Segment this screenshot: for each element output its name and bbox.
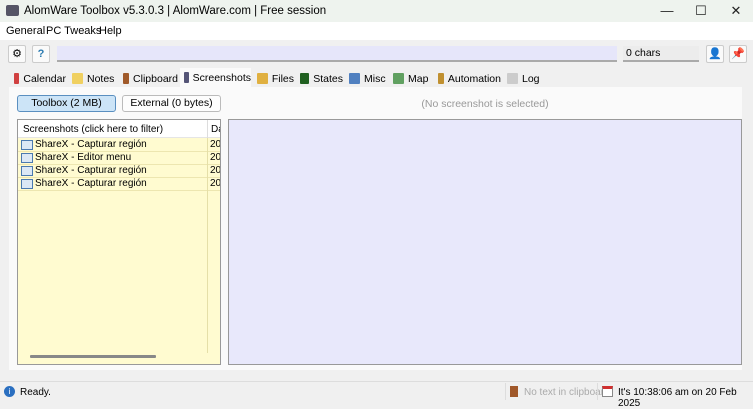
tab-label: Files xyxy=(271,72,294,85)
tab-map[interactable]: Map xyxy=(389,70,432,87)
states-icon xyxy=(300,73,310,84)
calendar-icon xyxy=(14,73,20,84)
tab-automation[interactable]: Automation xyxy=(434,70,501,87)
automation-icon xyxy=(438,73,444,84)
menu-bar: General PC Tweaks Help xyxy=(0,22,753,40)
window-title: AlomWare Toolbox v5.3.0.3 | AlomWare.com… xyxy=(24,5,327,17)
tab-states[interactable]: States xyxy=(296,70,343,87)
settings-button[interactable]: ⚙ xyxy=(8,45,26,63)
screenshot-preview xyxy=(228,119,742,365)
screenshot-icon xyxy=(21,166,33,176)
screenshot-date: 20 xyxy=(210,139,220,150)
title-bar: AlomWare Toolbox v5.3.0.3 | AlomWare.com… xyxy=(0,0,753,22)
help-icon: ? xyxy=(37,48,45,60)
tab-label: Notes xyxy=(87,72,115,85)
tab-log[interactable]: Log xyxy=(503,70,540,87)
horizontal-scrollbar[interactable] xyxy=(30,355,156,358)
status-bar: i Ready. No text in clipboard It's 10:38… xyxy=(0,381,753,409)
tab-label: Calendar xyxy=(23,72,66,85)
tab-label: States xyxy=(313,72,343,85)
screenshot-name: ShareX - Capturar región xyxy=(35,165,147,176)
tab-calendar[interactable]: Calendar xyxy=(10,70,66,87)
help-button[interactable]: ? xyxy=(32,45,50,63)
menu-pc-tweaks[interactable]: PC Tweaks xyxy=(46,25,101,37)
tab-misc[interactable]: Misc xyxy=(345,70,387,87)
info-icon: i xyxy=(4,386,15,397)
toolbox-button[interactable]: Toolbox (2 MB) xyxy=(17,95,116,112)
log-icon xyxy=(507,73,518,84)
misc-icon xyxy=(349,73,360,84)
notes-icon xyxy=(72,73,83,84)
clipboard-icon xyxy=(510,386,518,397)
external-button[interactable]: External (0 bytes) xyxy=(122,95,221,112)
tab-notes[interactable]: Notes xyxy=(68,70,117,87)
files-icon xyxy=(257,73,268,84)
tab-label: Map xyxy=(408,72,429,85)
screenshot-date: 20 xyxy=(210,178,220,189)
tab-label: Clipboard xyxy=(133,72,178,85)
screenshots-icon xyxy=(184,72,189,83)
tab-screenshots[interactable]: Screenshots xyxy=(180,68,251,87)
screenshot-name: ShareX - Capturar región xyxy=(35,139,147,150)
map-icon xyxy=(393,73,404,84)
tab-label: Misc xyxy=(364,72,386,85)
app-icon xyxy=(6,5,19,16)
list-item[interactable]: ShareX - Editor menu 20 xyxy=(18,152,220,165)
screenshot-icon xyxy=(21,153,33,163)
column-header-date[interactable]: Da xyxy=(207,120,220,138)
screenshot-date: 20 xyxy=(210,152,220,163)
gear-icon: ⚙ xyxy=(12,48,22,60)
screenshot-icon xyxy=(21,179,33,189)
tab-clipboard[interactable]: Clipboard xyxy=(119,70,178,87)
preview-message: (No screenshot is selected) xyxy=(421,98,549,110)
column-divider xyxy=(207,138,208,353)
pin-icon: 📌 xyxy=(731,48,745,60)
close-button[interactable]: ✕ xyxy=(719,0,753,22)
list-item[interactable]: ShareX - Capturar región 20 xyxy=(18,165,220,178)
pin-button[interactable]: 📌 xyxy=(729,45,747,63)
status-text: Ready. xyxy=(20,387,51,398)
column-header-screenshots[interactable]: Screenshots (click here to filter) xyxy=(23,124,163,135)
screenshot-name: ShareX - Capturar región xyxy=(35,178,147,189)
tab-label: Log xyxy=(522,72,540,85)
clock: It's 10:38:06 am on 20 Feb 2025 xyxy=(618,387,737,409)
maximize-button[interactable]: ☐ xyxy=(684,0,718,22)
list-header: Screenshots (click here to filter) Da xyxy=(18,120,220,138)
screenshot-name: ShareX - Editor menu xyxy=(35,152,132,163)
tab-label: Screenshots xyxy=(192,71,251,84)
user-icon: 👤 xyxy=(708,48,722,60)
calendar-icon xyxy=(602,386,613,397)
menu-general[interactable]: General xyxy=(6,25,45,37)
list-item[interactable]: ShareX - Capturar región 20 xyxy=(18,178,220,191)
clipboard-icon xyxy=(123,73,130,84)
minimize-button[interactable]: — xyxy=(650,0,684,22)
tab-files[interactable]: Files xyxy=(253,70,294,87)
command-input[interactable] xyxy=(57,46,617,62)
list-item[interactable]: ShareX - Capturar región 20 xyxy=(18,139,220,152)
screenshot-date: 20 xyxy=(210,165,220,176)
tab-label: Automation xyxy=(447,72,501,85)
char-count: 0 chars xyxy=(623,46,699,62)
screenshot-icon xyxy=(21,140,33,150)
screenshots-list[interactable]: Screenshots (click here to filter) Da Sh… xyxy=(17,119,221,365)
user-button[interactable]: 👤 xyxy=(706,45,724,63)
menu-help[interactable]: Help xyxy=(99,25,122,37)
